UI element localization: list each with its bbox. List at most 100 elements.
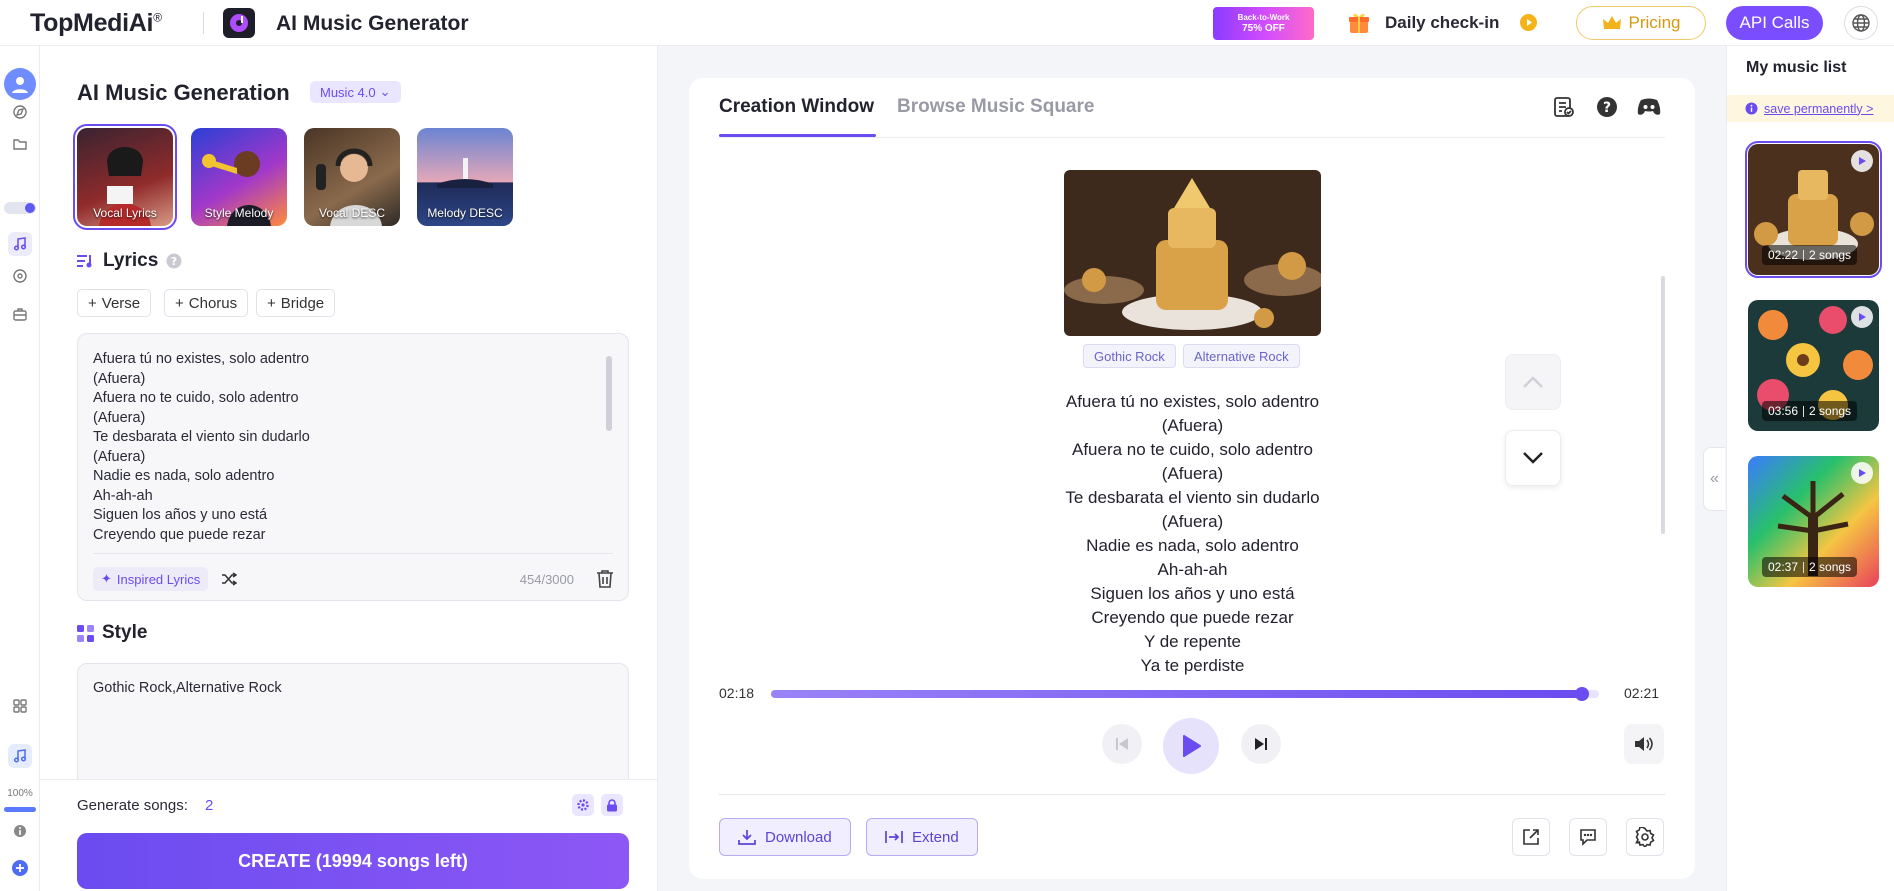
lyric-line: Ah-ah-ah [1157, 560, 1228, 579]
help-icon[interactable]: ? [166, 253, 182, 269]
mode-vocal-lyrics[interactable]: Vocal Lyrics [73, 124, 177, 230]
lyric-line: Nadie es nada, solo adentro [1086, 536, 1299, 555]
genre-tag[interactable]: Alternative Rock [1183, 344, 1300, 368]
share-icon[interactable] [1512, 818, 1550, 856]
creation-card: Creation Window Browse Music Square ? Go… [689, 78, 1695, 879]
lyrics-text[interactable]: Afuera tú no existes, solo adentro (Afuer… [93, 350, 310, 545]
play-icon[interactable] [1851, 150, 1873, 172]
mode-toggle[interactable] [4, 202, 36, 214]
genre-tag[interactable]: Gothic Rock [1083, 344, 1176, 368]
lyric-line: (Afuera) [93, 448, 146, 465]
music-list-item[interactable]: 03:56 2 songs [1748, 300, 1879, 431]
plus-icon: + [88, 294, 97, 312]
play-icon[interactable] [1851, 306, 1873, 328]
settings-gear-icon[interactable] [572, 794, 594, 816]
discord-icon[interactable] [1636, 94, 1662, 120]
app-title: AI Music Generator [276, 12, 469, 35]
lyric-line: Ya te perdiste [1140, 656, 1245, 675]
extend-button[interactable]: Extend [866, 818, 978, 856]
create-button[interactable]: CREATE (19994 songs left) [77, 833, 629, 889]
mode-label: Vocal Lyrics [93, 206, 157, 220]
song-count: 2 songs [1809, 248, 1852, 262]
trash-icon[interactable] [596, 569, 614, 589]
progress-knob[interactable] [1575, 687, 1590, 701]
collapse-panel-button[interactable]: « [1703, 447, 1725, 511]
generate-songs-label: Generate songs: [77, 797, 188, 814]
model-version-select[interactable]: Music 4.0 ⌄ [310, 81, 401, 103]
generate-songs-value[interactable]: 2 [205, 797, 213, 814]
vinyl-icon[interactable] [8, 264, 32, 288]
explore-icon[interactable] [8, 100, 32, 124]
song-duration: 02:22 [1768, 248, 1799, 262]
comment-icon[interactable] [1569, 818, 1607, 856]
shuffle-icon[interactable] [221, 572, 237, 586]
help-question-icon[interactable]: ? [1594, 94, 1620, 120]
inspired-lyrics-button[interactable]: ✦ Inspired Lyrics [93, 567, 209, 591]
add-bridge-button[interactable]: + Bridge [256, 289, 336, 317]
song-count: 2 songs [1809, 560, 1852, 574]
mode-melody-desc[interactable]: Melody DESC [417, 128, 513, 226]
lyric-line: (Afuera) [1161, 464, 1224, 483]
user-avatar[interactable] [4, 68, 36, 100]
mode-vocal-desc[interactable]: Vocal DESC [304, 128, 400, 226]
info-icon[interactable] [8, 819, 32, 843]
scroll-up-button[interactable] [1505, 354, 1561, 410]
lyrics-textarea[interactable]: Afuera tú no existes, solo adentro (Afuer… [77, 333, 629, 601]
scroll-down-button[interactable] [1505, 430, 1561, 486]
volume-icon[interactable] [1624, 724, 1664, 764]
lyric-line: (Afuera) [93, 370, 146, 387]
play-button[interactable] [1163, 718, 1219, 774]
next-track-button[interactable] [1241, 724, 1281, 764]
save-permanently-banner[interactable]: save permanently > [1727, 95, 1894, 122]
save-permanently-link[interactable]: save permanently > [1764, 102, 1873, 116]
lyric-line: Afuera tú no existes, solo adentro [1065, 392, 1320, 411]
music-list-item[interactable]: 02:22 2 songs [1745, 141, 1882, 278]
lyric-line: (Afuera) [1161, 416, 1224, 435]
add-icon[interactable] [8, 856, 32, 880]
song-duration: 02:37 [1768, 560, 1799, 574]
previous-track-button[interactable] [1102, 724, 1142, 764]
style-textarea[interactable]: Gothic Rock,Alternative Rock [77, 663, 629, 793]
style-text[interactable]: Gothic Rock,Alternative Rock [93, 680, 282, 696]
music-note-active-icon[interactable] [8, 744, 32, 768]
inspired-label: Inspired Lyrics [116, 571, 201, 587]
promo-banner[interactable]: Back-to-Work 75% OFF [1213, 7, 1314, 40]
brand-logo[interactable]: TopMediAi® [30, 9, 162, 38]
download-button[interactable]: Download [719, 818, 851, 856]
add-chorus-button[interactable]: + Chorus [164, 289, 249, 317]
pricing-button[interactable]: Pricing [1576, 6, 1706, 40]
tab-creation-window[interactable]: Creation Window [719, 96, 874, 118]
zoom-bar[interactable] [4, 807, 36, 812]
lyrics-icon [77, 255, 92, 268]
lock-icon[interactable] [601, 794, 623, 816]
svg-text:?: ? [171, 255, 177, 268]
lyric-line: Siguen los años y uno está [1090, 584, 1295, 603]
gift-icon[interactable] [1347, 11, 1371, 35]
chevron-down-icon: ⌄ [379, 84, 391, 99]
brand-mark: ® [153, 10, 162, 25]
play-icon[interactable] [1851, 462, 1873, 484]
lyrics-display-scrollbar[interactable] [1661, 276, 1665, 534]
download-label: Download [765, 828, 832, 846]
promo-line-1: Back-to-Work [1237, 13, 1290, 22]
total-time: 02:21 [1624, 685, 1660, 701]
apps-grid-icon[interactable] [8, 694, 32, 718]
add-verse-button[interactable]: + Verse [77, 289, 152, 317]
style-grid-icon [77, 624, 94, 642]
playback-progress-bar[interactable] [771, 687, 1599, 701]
top-bar: TopMediAi® AI Music Generator Back-to-Wo… [0, 0, 1894, 46]
api-calls-button[interactable]: API Calls [1726, 6, 1823, 40]
daily-checkin-link[interactable]: Daily check-in [1385, 13, 1499, 33]
mode-style-melody[interactable]: Style Melody [191, 128, 287, 226]
lyric-line: Te desbarata el viento sin dudarlo [1065, 488, 1320, 507]
tab-browse-music-square[interactable]: Browse Music Square [897, 96, 1094, 118]
gear-icon[interactable] [1626, 818, 1664, 856]
tab-divider [719, 137, 1665, 138]
music-note-icon[interactable] [8, 232, 32, 256]
lyrics-scrollbar[interactable] [606, 356, 612, 431]
music-list-item[interactable]: 02:37 2 songs [1748, 456, 1879, 587]
folder-icon[interactable] [8, 132, 32, 156]
task-list-icon[interactable] [1551, 94, 1577, 120]
language-globe-icon[interactable] [1844, 6, 1878, 40]
toolbox-icon[interactable] [8, 302, 32, 326]
